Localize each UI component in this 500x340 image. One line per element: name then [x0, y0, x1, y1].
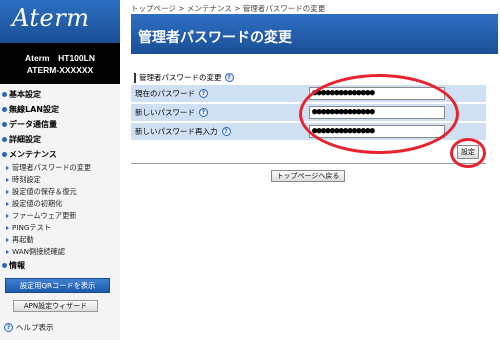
sidebar-subitem-factory-reset[interactable]: 設定値の初期化 — [0, 198, 120, 210]
sidebar-item-wireless-lan[interactable]: 無線LAN設定 — [0, 102, 120, 117]
bullet-icon — [2, 107, 7, 112]
arrow-right-icon — [6, 238, 9, 242]
arrow-right-icon — [6, 250, 9, 254]
sidebar-item-data-usage[interactable]: データ通信量 — [0, 117, 120, 132]
new-password-field[interactable]: ●●●●●●●●●●●●●● — [309, 106, 445, 119]
back-to-top-button[interactable]: トップページへ戻る — [271, 170, 345, 182]
model-name: Aterm HT100LN — [25, 53, 95, 63]
bullet-icon — [2, 152, 7, 157]
form-row-current-password: 現在のパスワード ? ●●●●●●●●●●●●●● — [131, 85, 486, 102]
sidebar-subitem-save-restore[interactable]: 設定値の保存＆復元 — [0, 186, 120, 198]
arrow-right-icon — [6, 226, 9, 230]
help-icon[interactable]: ? — [199, 89, 208, 98]
help-icon[interactable]: ? — [199, 108, 208, 117]
arrow-right-icon — [6, 190, 9, 194]
sidebar-item-info[interactable]: 情報 — [0, 258, 120, 273]
bullet-icon — [2, 263, 7, 268]
arrow-right-icon — [6, 166, 9, 170]
arrow-right-icon — [6, 202, 9, 206]
sidebar-subitem-time-settings[interactable]: 時刻設定 — [0, 174, 120, 186]
divider — [131, 163, 486, 164]
show-qr-code-button[interactable]: 設定用QRコードを表示 — [5, 278, 110, 293]
sidebar-item-advanced-settings[interactable]: 詳細設定 — [0, 132, 120, 147]
sidebar-subitem-ping-test[interactable]: PINGテスト — [0, 222, 120, 234]
help-toggle[interactable]: ? ヘルプ表示 — [4, 322, 54, 333]
aterm-logo: Aterm — [12, 4, 90, 32]
sidebar: Aterm Aterm HT100LN ATERM-XXXXXX 基本設定 無線… — [0, 0, 120, 340]
help-icon[interactable]: ? — [221, 127, 231, 136]
confirm-password-label: 新しいパスワード再入力 — [135, 127, 218, 136]
confirm-password-field[interactable]: ●●●●●●●●●●●●●● — [309, 125, 445, 138]
breadcrumb[interactable]: トップページ > メンテナンス > 管理者パスワードの変更 — [131, 3, 325, 14]
sidebar-subitem-reboot[interactable]: 再起動 — [0, 234, 120, 246]
sidebar-subitem-firmware-update[interactable]: ファームウェア更新 — [0, 210, 120, 222]
sidebar-item-maintenance[interactable]: メンテナンス — [0, 147, 120, 162]
page-title: 管理者パスワードの変更 — [131, 14, 498, 54]
sidebar-subitem-admin-password[interactable]: 管理者パスワードの変更 — [0, 162, 120, 174]
sidebar-nav: 基本設定 無線LAN設定 データ通信量 詳細設定 メンテナンス 管理者パスワード… — [0, 84, 120, 273]
bullet-icon — [2, 122, 7, 127]
password-form: 現在のパスワード ? ●●●●●●●●●●●●●● 新しいパスワード ? ●●●… — [131, 85, 486, 142]
help-icon: ? — [4, 323, 13, 332]
section-heading: 管理者パスワードの変更 ? — [134, 72, 237, 83]
help-label: ヘルプ表示 — [16, 323, 54, 332]
model-info: Aterm HT100LN ATERM-XXXXXX — [0, 43, 120, 84]
arrow-right-icon — [6, 214, 9, 218]
form-row-new-password: 新しいパスワード ? ●●●●●●●●●●●●●● — [131, 104, 486, 121]
help-icon[interactable]: ? — [224, 73, 234, 82]
sidebar-item-basic-settings[interactable]: 基本設定 — [0, 87, 120, 102]
form-row-confirm-password: 新しいパスワード再入力 ? ●●●●●●●●●●●●●● — [131, 123, 486, 140]
bullet-icon — [2, 92, 7, 97]
device-id: ATERM-XXXXXX — [26, 65, 94, 75]
sidebar-subitem-wan-check[interactable]: WAN側接続確認 — [0, 246, 120, 258]
bullet-icon — [2, 137, 7, 142]
new-password-label: 新しいパスワード — [135, 108, 195, 117]
apn-wizard-button[interactable]: APN設定ウィザード — [13, 300, 98, 312]
current-password-label: 現在のパスワード — [135, 89, 195, 98]
arrow-right-icon — [6, 178, 9, 182]
set-button[interactable]: 設定 — [457, 145, 479, 159]
current-password-field[interactable]: ●●●●●●●●●●●●●● — [309, 87, 445, 100]
logo-area: Aterm — [0, 0, 120, 43]
section-marker — [134, 72, 136, 83]
